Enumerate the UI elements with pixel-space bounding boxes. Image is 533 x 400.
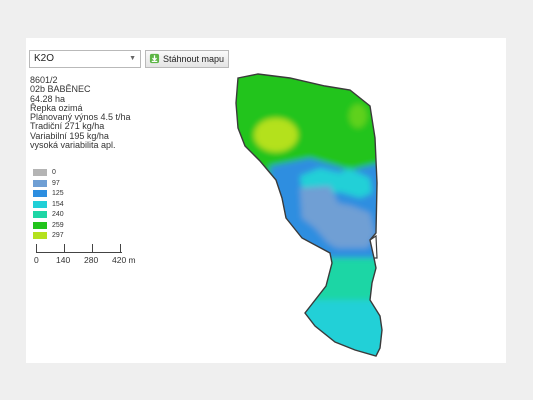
download-icon bbox=[149, 53, 160, 64]
scale-label: 280 bbox=[84, 255, 99, 265]
download-map-label: Stáhnout mapu bbox=[163, 54, 225, 64]
nutrient-select-value: K2O bbox=[34, 53, 55, 64]
legend-swatch bbox=[33, 169, 47, 176]
legend-label: 154 bbox=[52, 200, 64, 208]
chevron-down-icon[interactable]: ▼ bbox=[129, 51, 136, 67]
scale-tick bbox=[36, 244, 37, 253]
scale-label: 140 bbox=[56, 255, 71, 265]
download-map-button[interactable]: Stáhnout mapu bbox=[145, 50, 229, 68]
legend-item: 0 bbox=[33, 168, 113, 179]
scale-tick bbox=[120, 244, 121, 253]
legend-swatch bbox=[33, 179, 47, 187]
legend-swatch bbox=[33, 200, 47, 208]
variability-note: vysoká variabilita apl. bbox=[30, 140, 116, 151]
legend-label: 0 bbox=[52, 169, 56, 176]
legend-swatch bbox=[33, 221, 47, 229]
field-zones bbox=[236, 74, 382, 356]
legend-item: 297 bbox=[33, 231, 113, 242]
scale-tick bbox=[92, 244, 93, 253]
legend-item: 125 bbox=[33, 189, 113, 200]
legend: 0 97 125 154 240 259 297 bbox=[33, 168, 113, 242]
scale-line bbox=[36, 252, 122, 253]
scale-label: 420 m bbox=[112, 255, 136, 265]
nutrient-select[interactable]: K2O ▼ bbox=[29, 50, 141, 68]
legend-item: 240 bbox=[33, 210, 113, 221]
legend-label: 259 bbox=[52, 221, 64, 229]
scale-tick bbox=[64, 244, 65, 253]
legend-item: 154 bbox=[33, 200, 113, 211]
field-map[interactable] bbox=[230, 68, 390, 358]
scale-label: 0 bbox=[34, 255, 39, 265]
legend-label: 297 bbox=[52, 232, 64, 239]
scale-bar: 0 140 280 420 m bbox=[34, 244, 136, 270]
legend-label: 240 bbox=[52, 211, 64, 218]
legend-swatch bbox=[33, 190, 47, 197]
field-info: 8601/2 02b BABĚNEC 64.28 ha Řepka ozimá … bbox=[30, 75, 180, 151]
legend-swatch bbox=[33, 232, 47, 239]
legend-item: 259 bbox=[33, 221, 113, 232]
legend-label: 125 bbox=[52, 190, 64, 197]
legend-item: 97 bbox=[33, 179, 113, 190]
legend-swatch bbox=[33, 211, 47, 218]
legend-label: 97 bbox=[52, 179, 60, 187]
